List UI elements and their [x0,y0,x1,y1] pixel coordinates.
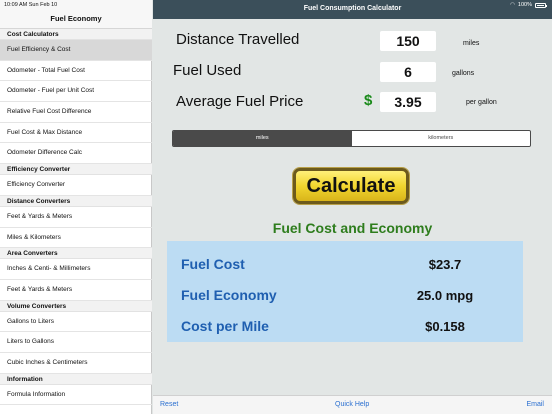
sidebar-item[interactable]: Formula Information [0,385,152,406]
sidebar-item[interactable]: Odometer - Fuel per Unit Cost [0,81,152,103]
quick-help-button[interactable]: Quick Help [335,401,369,408]
sidebar-item[interactable]: Cubic Inches & Centimeters [0,353,152,374]
sidebar-section-header: Cost Calculators [0,29,152,40]
fuel-price-label: Average Fuel Price [176,93,304,110]
status-right: ◠ 100% [510,2,547,8]
fuel-used-input[interactable] [380,62,436,82]
result-panel: Fuel Cost $23.7 Fuel Economy 25.0 mpg Co… [167,241,523,342]
sidebar-item[interactable]: Odometer - Total Fuel Cost [0,61,152,82]
sidebar-section-header: Area Converters [0,248,152,260]
fuel-economy-value: 25.0 mpg [416,288,474,303]
sidebar-item[interactable]: Efficiency Converter [0,175,152,196]
email-button[interactable]: Email [526,401,544,408]
sidebar-section-header: Information [0,373,152,385]
sidebar-section-header: Distance Converters [0,195,152,207]
sidebar-item[interactable]: Odometer Difference Calc [0,143,152,165]
fuel-used-label: Fuel Used [173,62,242,79]
fuel-used-unit: gallons [452,70,475,77]
fuel-cost-value: $23.7 [428,257,462,272]
main-panel: Fuel Consumption Calculator ◠ 100% Dista… [153,0,552,414]
sidebar-item[interactable]: Feet & Yards & Meters [0,207,152,228]
sidebar-item[interactable]: Fuel Efficiency & Cost [0,40,152,61]
cost-per-mile-label: Cost per Mile [181,318,269,334]
wifi-icon: ◠ [510,2,515,8]
sidebar-section-header: Volume Converters [0,300,152,312]
sidebar-item[interactable]: Fuel Cost & Max Distance [0,123,152,144]
segment-miles[interactable]: miles [173,131,352,146]
fuel-economy-label: Fuel Economy [181,287,277,303]
battery-icon [535,2,547,8]
battery-percent: 100% [517,2,532,8]
sidebar-item[interactable]: Feet & Yards & Meters [0,280,152,301]
top-bar: Fuel Consumption Calculator ◠ 100% [153,0,552,19]
sidebar-item[interactable]: Liters to Gallons [0,332,152,353]
bottom-bar: Reset Quick Help Email [153,395,552,414]
sidebar-title: Fuel Economy [50,14,102,23]
currency-symbol: $ [364,92,373,109]
sidebar-list: Cost Calculators Fuel Efficiency & Cost Od… [0,29,152,406]
fuel-price-input[interactable] [380,92,436,112]
fuel-price-unit: per gallon [466,99,497,106]
sidebar-section-header: Efficiency Converter [0,164,152,176]
cost-per-mile-value: $0.158 [425,319,465,334]
status-time-date: 10:09 AM Sun Feb 10 [4,2,58,8]
result-heading: Fuel Cost and Economy [272,220,433,236]
calculate-button[interactable]: Calculate [293,168,409,204]
sidebar-item[interactable]: Inches & Centi- & Millimeters [0,259,152,280]
distance-input[interactable] [380,31,436,51]
fuel-cost-label: Fuel Cost [181,256,245,272]
reset-button[interactable]: Reset [160,401,178,408]
distance-label: Distance Travelled [176,31,300,48]
sidebar-item[interactable]: Gallons to Liters [0,312,152,333]
sidebar: 10:09 AM Sun Feb 10 Fuel Economy Cost Ca… [0,0,152,414]
segment-kilometers[interactable]: kilometers [351,131,530,146]
unit-segmented-control: miles kilometers [172,130,531,147]
page-title: Fuel Consumption Calculator [303,5,402,12]
sidebar-header: 10:09 AM Sun Feb 10 Fuel Economy [0,0,152,29]
sidebar-item[interactable]: Relative Fuel Cost Difference [0,102,152,123]
distance-unit: miles [463,40,480,47]
sidebar-item[interactable]: Miles & Kilometers [0,228,152,249]
